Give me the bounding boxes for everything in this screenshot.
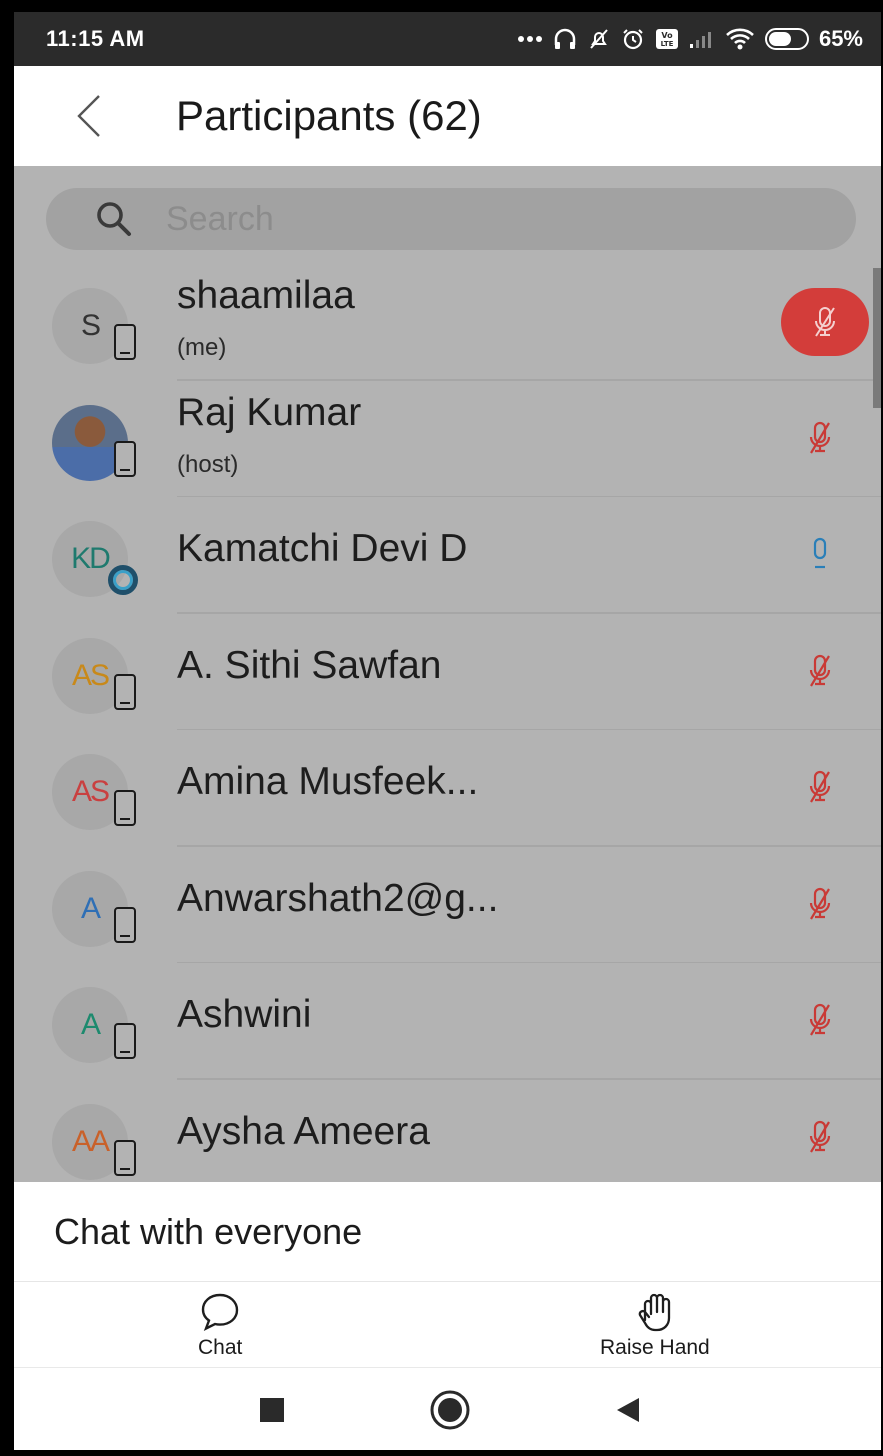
status-time: 11:15 AM: [46, 26, 145, 51]
participant-name: Kamatchi Devi D: [177, 527, 468, 570]
svg-text:Vo: Vo: [661, 31, 673, 40]
mic-muted-icon: [809, 1003, 831, 1036]
svg-text:LTE: LTE: [661, 40, 674, 48]
battery-percent: 65%: [818, 26, 863, 51]
mic-status-button[interactable]: [797, 997, 843, 1043]
avatar-initials-text: A: [80, 1008, 101, 1041]
avatar-initials-text: AS: [71, 775, 110, 808]
participant-list: S shaamilaa (me) Raj Kumar (host) KD Kam…: [14, 264, 881, 1196]
participant-name: A. Sithi Sawfan: [177, 643, 442, 687]
mic-status-button[interactable]: [797, 881, 843, 927]
back-triangle-icon: [617, 1398, 639, 1422]
phone-device-icon: [114, 1023, 136, 1059]
chat-bubble-icon: [201, 1293, 239, 1331]
avatar-initials-text: KD: [71, 542, 111, 575]
participant-name: Aysha Ameera: [177, 1109, 430, 1153]
raise-hand-label: Raise Hand: [600, 1336, 710, 1359]
avatar-initials-text: AS: [71, 658, 110, 692]
chat-with-everyone-label: Chat with everyone: [54, 1210, 363, 1252]
mic-status-button[interactable]: [797, 531, 843, 577]
avatar: AS: [52, 754, 142, 830]
participant-row[interactable]: Raj Kumar (host): [14, 381, 881, 497]
avatar: S: [52, 288, 142, 364]
mute-toggle-button[interactable]: [781, 288, 869, 356]
chat-label: Chat: [198, 1336, 243, 1359]
mic-status-button[interactable]: [797, 1114, 843, 1160]
avatar-initials-text: A: [80, 891, 101, 925]
participant-row[interactable]: A Ashwini: [14, 963, 881, 1080]
home-button[interactable]: [428, 1388, 472, 1432]
search-icon: [97, 202, 131, 236]
participant-name: Amina Musfeek...: [177, 760, 479, 803]
avatar: AA: [52, 1103, 142, 1180]
participant-name: Ashwini: [177, 993, 312, 1036]
signal-icon: [689, 29, 715, 49]
phone-device-icon: [114, 906, 136, 943]
avatar: A: [52, 987, 142, 1063]
back-button[interactable]: [50, 66, 126, 166]
phone-device-icon: [114, 673, 136, 710]
participant-row[interactable]: AA Aysha Ameera: [14, 1080, 881, 1196]
alarm-icon: [621, 27, 645, 51]
participant-row[interactable]: A Anwarshath2@g...: [14, 847, 881, 963]
battery-icon: [764, 28, 809, 50]
home-circle-icon: [430, 1390, 470, 1430]
link-icon: [108, 565, 138, 595]
avatar: [52, 404, 142, 481]
participants-panel: S shaamilaa (me) Raj Kumar (host) KD Kam…: [14, 166, 881, 1196]
square-icon: [260, 1398, 284, 1422]
headphones-icon: [553, 27, 577, 51]
phone-device-icon: [114, 790, 136, 826]
volte-icon: Vo LTE: [655, 28, 679, 50]
bottom-toolbar: Chat Raise Hand: [14, 1282, 881, 1368]
avatar-initials-text: AA: [71, 1124, 110, 1158]
participant-row[interactable]: KD Kamatchi Devi D: [14, 497, 881, 614]
mic-status-button[interactable]: [797, 415, 843, 461]
avatar-initials-text: S: [80, 309, 101, 342]
chat-button[interactable]: Chat: [198, 1290, 242, 1360]
phone-screen: 11:15 AM Vo LTE 65% Participants (62) Se…: [14, 12, 881, 1450]
mic-muted-icon: [809, 887, 831, 920]
back-chevron-icon: [77, 95, 100, 137]
raise-hand-icon: [638, 1293, 671, 1332]
avatar: AS: [52, 637, 142, 714]
mic-muted-icon: [815, 307, 835, 337]
participant-name: Raj Kumar: [177, 390, 362, 434]
mic-muted-icon: [809, 1120, 831, 1153]
header: Participants (62): [14, 66, 881, 166]
avatar: KD: [52, 521, 142, 597]
participant-row[interactable]: AS A. Sithi Sawfan: [14, 614, 881, 730]
recent-apps-button[interactable]: [250, 1388, 294, 1432]
more-dots-icon: [517, 34, 543, 44]
avatar: A: [52, 870, 142, 947]
participant-role: (me): [177, 334, 227, 361]
raise-hand-button[interactable]: Raise Hand: [600, 1290, 710, 1360]
page-title: Participants (62): [176, 92, 482, 139]
participant-name: Anwarshath2@g...: [177, 876, 499, 920]
participant-row[interactable]: AS Amina Musfeek...: [14, 730, 881, 847]
search-box[interactable]: [46, 188, 856, 250]
mic-muted-icon: [809, 770, 831, 803]
phone-device-icon: [114, 1139, 136, 1176]
mic-status-button[interactable]: [797, 648, 843, 694]
device-frame: 11:15 AM Vo LTE 65% Participants (62) Se…: [0, 0, 883, 1456]
status-icons: Vo LTE 65%: [517, 26, 863, 52]
mute-notifications-icon: [587, 27, 611, 51]
android-nav-bar: [14, 1368, 881, 1450]
search-input[interactable]: [166, 199, 766, 239]
mic-muted-icon: [809, 654, 831, 687]
participant-name: shaamilaa: [177, 274, 355, 317]
mic-muted-icon: [809, 421, 831, 454]
scrollbar[interactable]: [873, 268, 881, 408]
phone-device-icon: [114, 440, 136, 477]
phone-device-icon: [114, 324, 136, 360]
chat-with-everyone-bar[interactable]: Chat with everyone: [14, 1182, 881, 1282]
mic-status-button[interactable]: [797, 764, 843, 810]
mic-on-icon: [813, 537, 827, 569]
participant-row[interactable]: S shaamilaa (me): [14, 264, 881, 381]
participant-role: (host): [177, 450, 239, 478]
wifi-icon: [725, 27, 755, 51]
status-bar: 11:15 AM Vo LTE 65%: [14, 12, 881, 66]
back-nav-button[interactable]: [606, 1388, 650, 1432]
